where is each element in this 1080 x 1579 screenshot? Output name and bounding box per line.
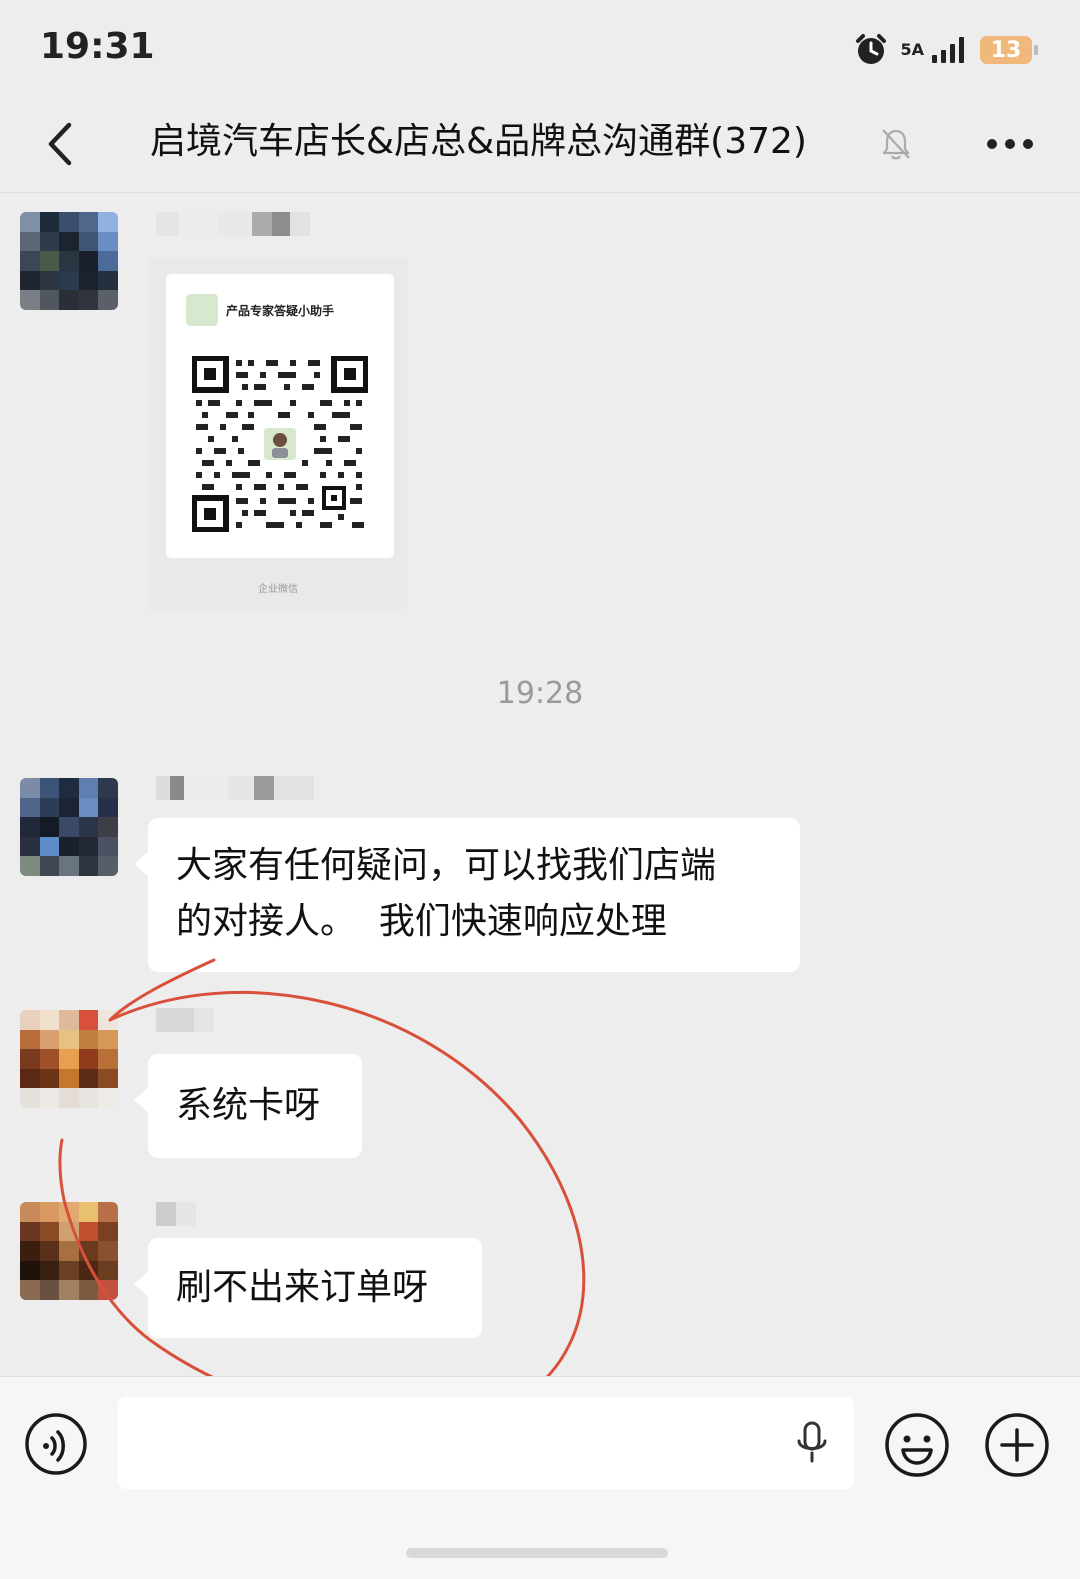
back-button[interactable] bbox=[30, 114, 90, 174]
time-divider: 19:28 bbox=[496, 676, 584, 711]
sender-name-blurred bbox=[156, 1008, 214, 1032]
signal-icon bbox=[932, 37, 964, 63]
message-input[interactable] bbox=[118, 1397, 854, 1489]
message-line: 的对接人。 我们快速响应处理 bbox=[176, 901, 667, 942]
qr-card-footer: 企业微信 bbox=[258, 584, 298, 595]
avatar[interactable] bbox=[20, 778, 118, 876]
status-bar: 19:31 5A 13 bbox=[0, 0, 1080, 96]
emoji-icon[interactable] bbox=[884, 1412, 950, 1478]
assistant-avatar-icon bbox=[186, 294, 218, 326]
message-text: 系统卡呀 bbox=[176, 1085, 321, 1126]
message-text: 刷不出来订单呀 bbox=[176, 1267, 429, 1308]
home-indicator[interactable] bbox=[406, 1548, 668, 1558]
qr-card-header: 产品专家答疑小助手 bbox=[186, 294, 334, 326]
sender-name-blurred bbox=[156, 776, 314, 800]
avatar[interactable] bbox=[20, 1202, 118, 1300]
bell-off-icon bbox=[882, 129, 910, 160]
battery-level: 13 bbox=[990, 37, 1022, 63]
network-label: 5A bbox=[900, 40, 924, 59]
qr-card-body: 产品专家答疑小助手 bbox=[166, 274, 394, 558]
alarm-icon bbox=[856, 34, 887, 64]
mic-icon[interactable] bbox=[792, 1421, 832, 1465]
avatar[interactable] bbox=[20, 212, 118, 310]
more-button[interactable] bbox=[980, 114, 1040, 174]
chevron-left-icon bbox=[48, 122, 72, 166]
more-dots-icon bbox=[987, 139, 1033, 149]
qr-card-title: 产品专家答疑小助手 bbox=[226, 303, 335, 318]
sender-name-blurred bbox=[156, 1202, 196, 1226]
voice-icon[interactable] bbox=[24, 1412, 88, 1476]
chat-title: 启境汽车店长&店总&品牌总沟通群(372) bbox=[150, 121, 807, 162]
message-line: 大家有任何疑问，可以找我们店端 bbox=[176, 845, 717, 886]
qr-card-message[interactable]: 产品专家答疑小助手 企业微信 bbox=[148, 258, 408, 610]
avatar[interactable] bbox=[20, 1010, 118, 1108]
sender-name-blurred bbox=[156, 212, 310, 236]
plus-icon[interactable] bbox=[984, 1412, 1050, 1478]
message-bubble[interactable]: 大家有任何疑问，可以找我们店端 的对接人。 我们快速响应处理 bbox=[134, 818, 800, 972]
status-icons: 5A 13 bbox=[854, 30, 1038, 70]
battery-icon: 13 bbox=[980, 36, 1038, 64]
status-time: 19:31 bbox=[40, 26, 155, 67]
message-bubble[interactable]: 刷不出来订单呀 bbox=[134, 1238, 482, 1338]
qr-code-icon bbox=[192, 356, 368, 532]
message-bubble[interactable]: 系统卡呀 bbox=[134, 1054, 362, 1158]
chat-header: 启境汽车店长&店总&品牌总沟通群(372) bbox=[0, 96, 1080, 193]
